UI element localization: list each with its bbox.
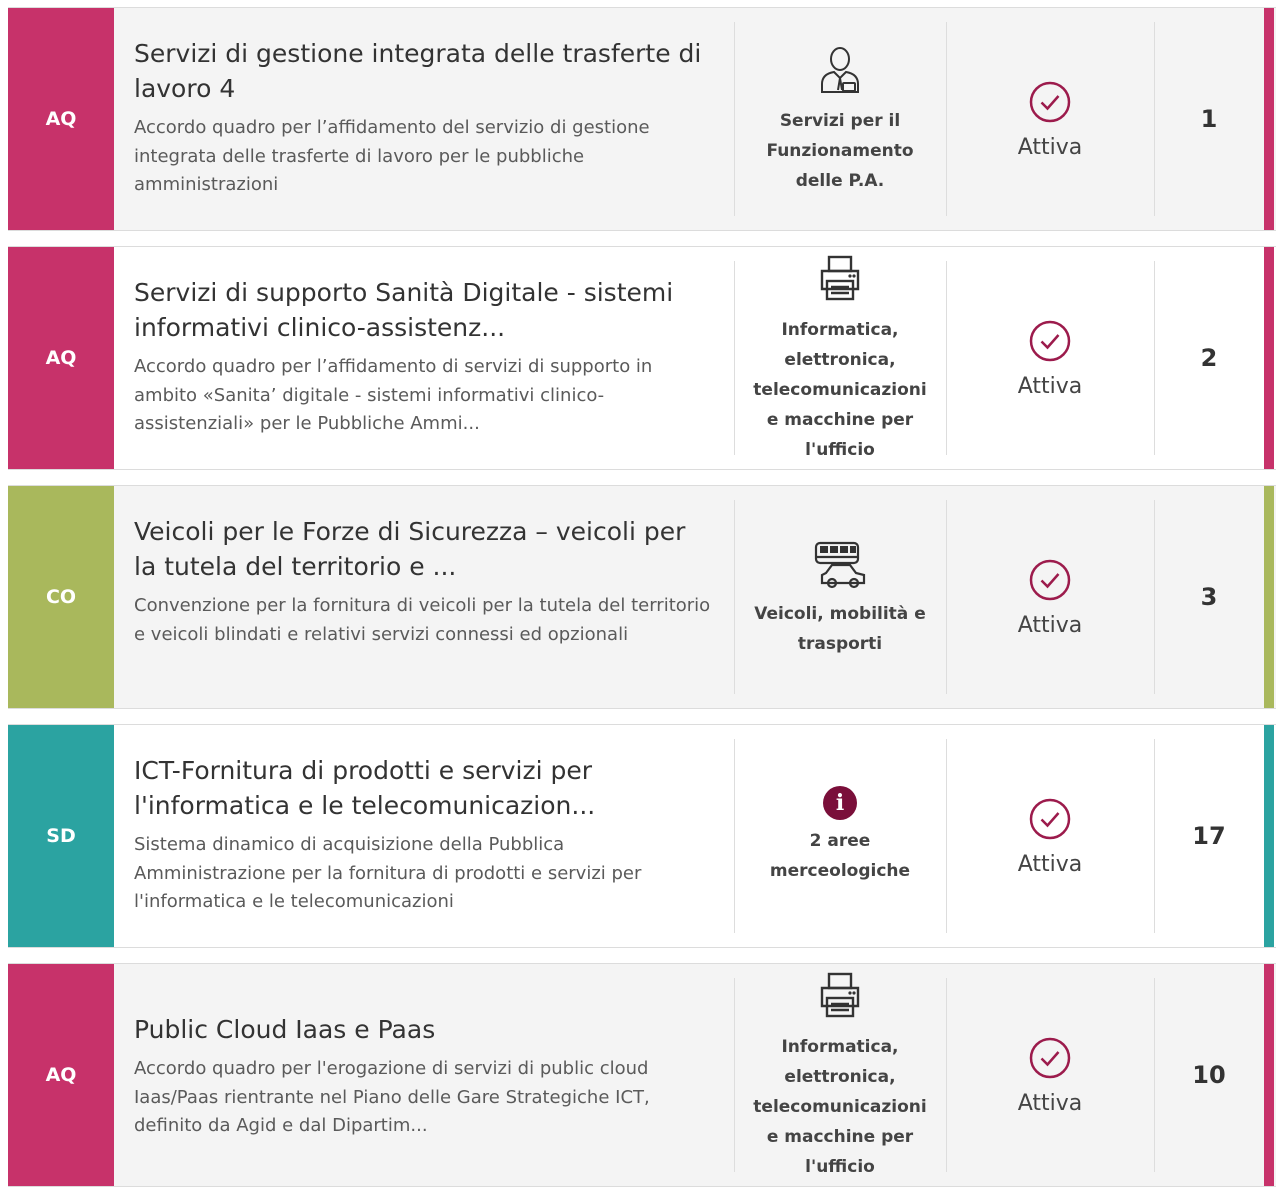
type-edge (1264, 8, 1274, 230)
count-column: 3 (1154, 486, 1264, 708)
count-column: 10 (1154, 964, 1264, 1186)
type-label: AQ (45, 347, 77, 369)
status-column: Attiva (946, 486, 1154, 708)
initiative-title[interactable]: ICT-Fornitura di prodotti e servizi per … (134, 753, 714, 823)
initiative-description: Accordo quadro per l’affidamento di serv… (134, 356, 653, 434)
status-column: Attiva (946, 247, 1154, 469)
card-body: Servizi di supporto Sanità Digitale - si… (114, 247, 734, 469)
initiative-title[interactable]: Public Cloud Iaas e Paas (134, 1012, 714, 1047)
initiative-card[interactable]: AQ Servizi di supporto Sanità Digitale -… (8, 246, 1276, 470)
person-icon (821, 47, 859, 93)
initiative-description: Accordo quadro per l’affidamento del ser… (134, 117, 650, 195)
check-circle-icon (1029, 320, 1071, 361)
status-label: Attiva (1017, 612, 1083, 638)
initiative-title[interactable]: Servizi di supporto Sanità Digitale - si… (134, 275, 714, 345)
initiative-title[interactable]: Servizi di gestione integrata delle tras… (134, 36, 714, 106)
check-circle-icon (1029, 798, 1071, 839)
initiative-description: Sistema dinamico di acquisizione della P… (134, 834, 642, 912)
count-column: 17 (1154, 725, 1264, 947)
type-badge: CO (8, 486, 114, 708)
count-value: 10 (1192, 1061, 1226, 1089)
type-edge (1264, 725, 1274, 947)
count-column: 2 (1154, 247, 1264, 469)
type-label: AQ (45, 108, 77, 130)
category-column: Informatica, elettronica, telecomunicazi… (734, 247, 946, 469)
type-badge: AQ (8, 8, 114, 230)
status-column: Attiva (946, 964, 1154, 1186)
type-badge: SD (8, 725, 114, 947)
status-label: Attiva (1017, 373, 1083, 399)
card-body: Servizi di gestione integrata delle tras… (114, 8, 734, 230)
category-column: Servizi per il Funzionamento delle P.A. (734, 8, 946, 230)
status-column: Attiva (946, 725, 1154, 947)
printer-icon (820, 255, 860, 301)
status-label: Attiva (1017, 134, 1083, 160)
type-label: SD (46, 825, 76, 847)
status-label: Attiva (1017, 851, 1083, 877)
check-circle-icon (1029, 1037, 1071, 1078)
count-value: 1 (1200, 105, 1218, 133)
type-label: AQ (45, 1064, 77, 1086)
type-edge (1264, 486, 1274, 708)
category-label: 2 aree merceologiche (769, 831, 911, 881)
printer-icon (820, 972, 860, 1018)
category-column: i 2 aree merceologiche (734, 725, 946, 947)
category-label: Informatica, elettronica, telecomunicazi… (753, 1037, 927, 1177)
card-body: ICT-Fornitura di prodotti e servizi per … (114, 725, 734, 947)
initiative-card[interactable]: CO Veicoli per le Forze di Sicurezza – v… (8, 485, 1276, 709)
status-column: Attiva (946, 8, 1154, 230)
vehicles-icon (814, 541, 866, 589)
type-badge: AQ (8, 964, 114, 1186)
status-label: Attiva (1017, 1090, 1083, 1116)
check-circle-icon (1029, 81, 1071, 122)
category-column: Informatica, elettronica, telecomunicazi… (734, 964, 946, 1186)
card-body: Veicoli per le Forze di Sicurezza – veic… (114, 486, 734, 708)
count-value: 3 (1200, 583, 1218, 611)
initiative-description: Convenzione per la fornitura di veicoli … (134, 595, 711, 645)
initiative-description: Accordo quadro per l'erogazione di servi… (134, 1058, 650, 1136)
category-column: Veicoli, mobilità e trasporti (734, 486, 946, 708)
initiative-title[interactable]: Veicoli per le Forze di Sicurezza – veic… (134, 514, 714, 584)
initiatives-list: AQ Servizi di gestione integrata delle t… (0, 0, 1276, 1187)
card-body: Public Cloud Iaas e Paas Accordo quadro … (114, 964, 734, 1186)
initiative-card[interactable]: AQ Public Cloud Iaas e Paas Accordo quad… (8, 963, 1276, 1187)
initiative-card[interactable]: SD ICT-Fornitura di prodotti e servizi p… (8, 724, 1276, 948)
category-label: Informatica, elettronica, telecomunicazi… (753, 320, 927, 460)
check-circle-icon (1029, 559, 1071, 600)
initiative-card[interactable]: AQ Servizi di gestione integrata delle t… (8, 7, 1276, 231)
type-edge (1264, 247, 1274, 469)
category-label: Veicoli, mobilità e trasporti (754, 604, 926, 654)
type-edge (1264, 964, 1274, 1186)
type-badge: AQ (8, 247, 114, 469)
count-column: 1 (1154, 8, 1264, 230)
category-label: Servizi per il Funzionamento delle P.A. (766, 111, 914, 191)
count-value: 2 (1200, 344, 1218, 372)
info-icon[interactable]: i (823, 786, 857, 820)
count-value: 17 (1192, 822, 1226, 850)
type-label: CO (45, 586, 77, 608)
